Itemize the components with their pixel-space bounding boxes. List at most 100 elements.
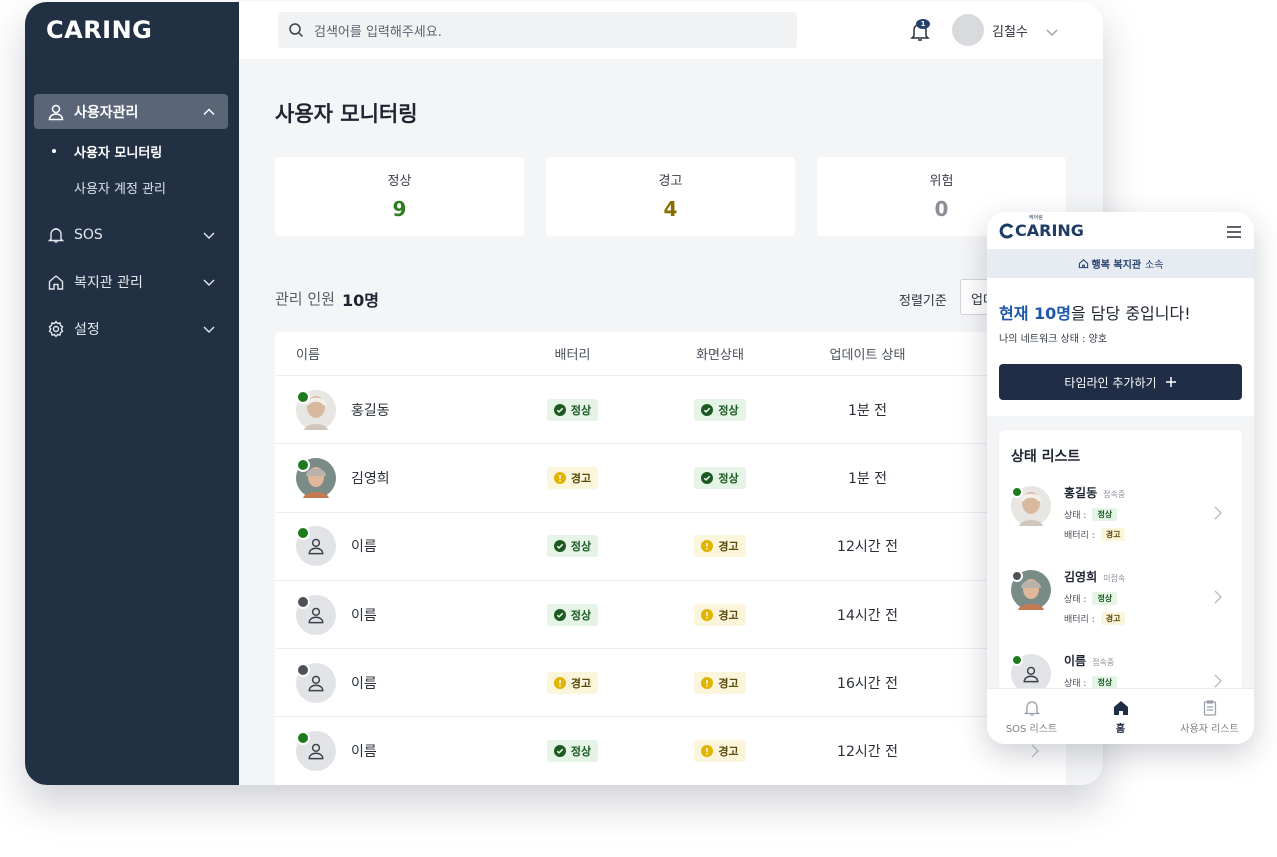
sidebar-item-label: 사용자관리 [74,104,139,121]
list-item[interactable]: 김영희 미접속 상태 : 정상 배터리 : 경고 [1011,568,1230,652]
user-name: 이름 [351,607,377,624]
chevron-down-icon [202,228,216,242]
main-content: 검색어를 입력해주세요. 1 김철수 사용자 모니터링 정상 9 경고 4 위험… [239,2,1103,785]
user-cell: 이름 [275,731,505,772]
avatar [296,594,336,635]
sidebar-subitem-label: 사용자 모니터링 [74,145,163,161]
status-badge-label: 경고 [718,676,739,690]
status-badge-label: 경고 [718,540,739,554]
avatar [296,457,336,498]
battery-cell: 정상 [505,603,640,626]
battery-cell: 정상 [505,398,640,421]
user-cell: 이름 [275,662,505,703]
user-name[interactable]: 김철수 [992,21,1028,40]
avatar [296,389,336,430]
sort-label: 정렬기준 [899,294,947,309]
assigned-text: 을 담당 중입니다! [1071,304,1191,323]
avatar[interactable] [952,14,984,46]
column-header: 배터리 [554,348,591,363]
mobile-logo-sub: 케어링 [1029,215,1043,221]
connection-status: 접속중 [1103,490,1126,499]
warning-circle-icon [553,471,566,484]
status-badge-label: 경고 [718,745,739,759]
table-row[interactable]: 이름 경고 경고 16시간 전 [275,649,1066,718]
status-badge: 정상 [694,398,746,421]
stat-label: 위험 [929,174,954,189]
sidebar: CARING 사용자관리 사용자 모니터링 사용자 계정 관리 SOS 복지관 … [25,2,239,785]
clipboard-icon [1203,699,1216,716]
screen-cell: 정상 [640,398,800,421]
org-suffix: 소속 [1145,260,1164,271]
mobile-logo-text: CARING [1015,221,1084,240]
tab-label: 홈 [1115,723,1126,735]
table-row[interactable]: 홍길동 정상 정상 1분 전 [275,376,1066,445]
column-header: 화면상태 [696,348,744,363]
home-icon [46,272,66,292]
add-timeline-label: 타임라인 추가하기 [1064,375,1157,390]
search-input[interactable]: 검색어를 입력해주세요. [278,12,797,48]
sidebar-item-welfare-center[interactable]: 복지관 관리 [34,264,228,299]
user-name: 김영희 [1064,570,1098,584]
user-cell: 이름 [275,526,505,567]
list-item-info: 이름 접속중 상태 : 정상 [1064,652,1118,690]
online-status-dot [1011,486,1023,498]
row-action[interactable] [935,744,1066,758]
hamburger-menu-icon[interactable] [1226,224,1242,238]
desktop-window: CARING 사용자관리 사용자 모니터링 사용자 계정 관리 SOS 복지관 … [25,2,1103,785]
user-icon [308,607,324,623]
user-name: 홍길동 [351,402,390,419]
chevron-right-icon [1214,506,1222,520]
warning-circle-icon [701,608,714,621]
add-timeline-button[interactable]: 타임라인 추가하기 [999,364,1242,400]
mobile-logo[interactable]: 케어링 CARING [999,215,1084,240]
table-row[interactable]: 이름 정상 경고 12시간 전 [275,513,1066,581]
tab-label: 사용자 리스트 [1180,723,1239,735]
list-item[interactable]: 홍길동 접속중 상태 : 정상 배터리 : 경고 [1011,484,1230,568]
status-badge-label: 경고 [570,676,592,690]
sidebar-item-settings[interactable]: 설정 [34,311,228,346]
tab-user-list[interactable]: 사용자 리스트 [1165,689,1254,744]
tab-sos-list[interactable]: SOS 리스트 [987,689,1076,744]
screen-cell: 경고 [640,740,800,763]
table-row[interactable]: 이름 정상 경고 14시간 전 [275,581,1066,650]
updated-cell: 12시간 전 [837,744,898,761]
user-cell: 홍길동 [275,389,505,430]
network-status: 나의 네트워크 상태 : 양호 [999,334,1108,345]
status-badge: 정상 [1092,508,1118,521]
plus-icon [1165,377,1176,387]
sidebar-item-label: SOS [74,226,103,243]
tab-label: SOS 리스트 [1005,723,1058,735]
table-row[interactable]: 이름 정상 경고 12시간 전 [275,717,1066,785]
list-item[interactable]: 이름 접속중 상태 : 정상 [1011,652,1230,690]
status-badge-label: 정상 [570,608,592,622]
mobile-header: 케어링 CARING [987,212,1254,249]
battery-label: 배터리 : [1064,531,1095,541]
check-circle-icon [701,403,714,416]
online-status-dot [1011,570,1023,582]
sidebar-subitem-user-monitoring[interactable]: 사용자 모니터링 [52,133,228,169]
list-item-info: 홍길동 접속중 상태 : 정상 배터리 : 경고 [1064,484,1126,568]
online-status-dot [1011,654,1023,666]
column-header: 업데이트 상태 [829,348,906,363]
sidebar-item-sos[interactable]: SOS [34,217,228,252]
notification-button[interactable]: 1 [909,19,931,42]
mobile-bottom-nav: SOS 리스트 홈 사용자 리스트 [987,688,1254,744]
check-circle-icon [553,745,566,758]
updated-cell: 1분 전 [847,470,888,487]
status-list-card: 상태 리스트 홍길동 접속중 상태 : 정상 배터리 : 경고 김영희 미접속 상태 : 정상 배터… [999,430,1242,690]
status-badge: 정상 [546,398,599,421]
sidebar-item-user-management[interactable]: 사용자관리 [34,94,228,129]
user-table: 이름 배터리 화면상태 업데이트 상태 홍길동 정상 정상 1분 전 김영희 경고 정상 1분… [275,332,1066,785]
app-logo[interactable]: CARING [46,16,152,44]
table-row[interactable]: 김영희 경고 정상 1분 전 [275,444,1066,513]
status-badge: 경고 [694,603,746,626]
table-body: 홍길동 정상 정상 1분 전 김영희 경고 정상 1분 전 이름 정상 경고 12시간 전 이름 정상 경고… [275,376,1066,785]
sidebar-subitem-account-management[interactable]: 사용자 계정 관리 [52,169,228,205]
check-circle-icon [553,403,566,416]
user-name: 이름 [351,744,377,761]
chevron-down-icon[interactable] [1045,24,1059,38]
tab-home[interactable]: 홈 [1076,689,1165,744]
chevron-down-icon [202,275,216,289]
status-list-title: 상태 리스트 [1011,449,1081,465]
screen-cell: 경고 [640,603,800,626]
